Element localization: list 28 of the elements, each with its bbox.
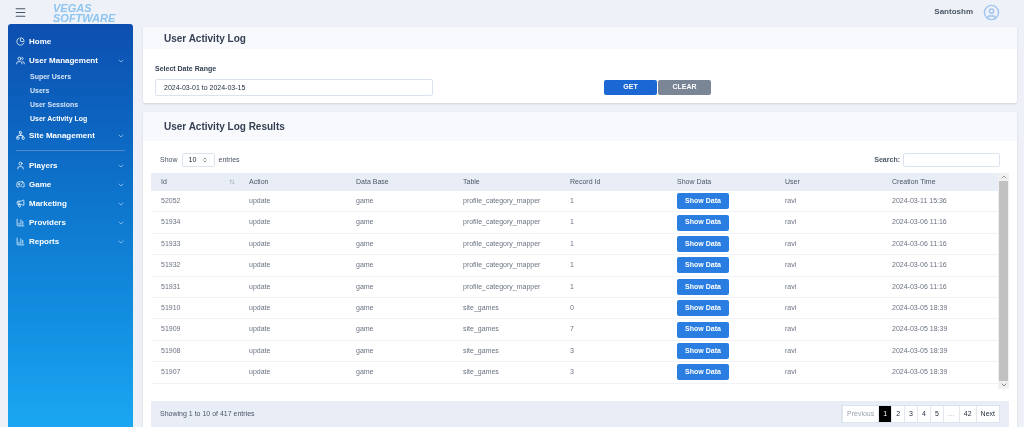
bar-chart-icon xyxy=(16,237,25,246)
sitemap-icon xyxy=(16,131,25,140)
bar-chart-icon xyxy=(16,218,25,227)
sidebar-item[interactable]: User Management xyxy=(16,51,125,70)
user-icon xyxy=(16,161,25,170)
updown-icon xyxy=(201,157,208,163)
users-icon xyxy=(16,56,25,65)
sidebar-item[interactable]: Providers xyxy=(16,213,125,232)
pie-chart-icon xyxy=(16,37,25,46)
sidebar-item[interactable]: Players xyxy=(16,156,125,175)
sidebar-item[interactable]: Site Management xyxy=(16,126,125,145)
sidebar-item[interactable]: Home xyxy=(16,32,125,51)
sidebar-item[interactable]: Marketing xyxy=(16,194,125,213)
user-name: Santoshm xyxy=(934,6,973,18)
avatar-icon[interactable] xyxy=(983,3,1000,21)
sidebar-item[interactable]: Reports xyxy=(16,232,125,251)
scroll-up-icon[interactable] xyxy=(999,173,1008,181)
search-field[interactable] xyxy=(903,153,1000,167)
sort-icon xyxy=(229,179,235,185)
scroll-down-icon[interactable] xyxy=(999,381,1008,389)
card-title: User Activity Log xyxy=(164,31,246,46)
logo: VEGAS SOFTWARE xyxy=(53,3,116,23)
menu-icon[interactable] xyxy=(14,5,27,19)
card-title: User Activity Log Results xyxy=(164,120,285,134)
gamepad-icon xyxy=(16,180,25,189)
scrollbar[interactable] xyxy=(998,173,1009,389)
megaphone-icon xyxy=(16,199,25,208)
sidebar-item[interactable]: Game xyxy=(16,175,125,194)
